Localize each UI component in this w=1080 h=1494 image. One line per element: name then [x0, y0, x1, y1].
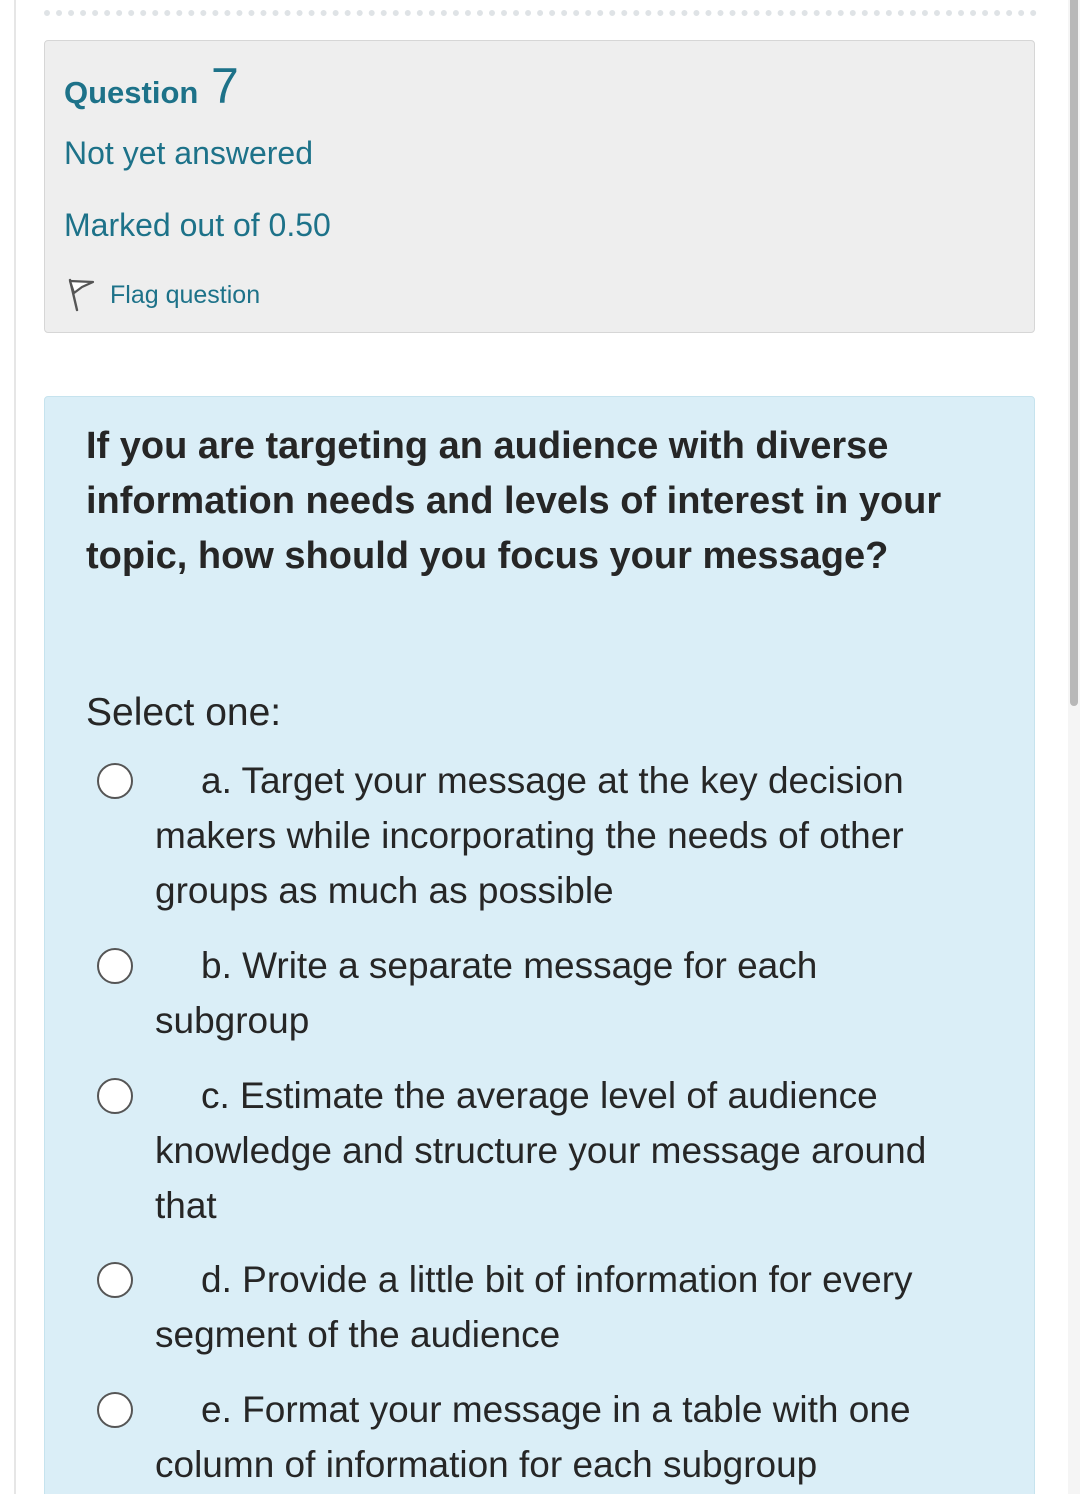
left-border	[14, 0, 16, 1494]
quiz-page: Question 7 Not yet answered Marked out o…	[0, 0, 1080, 1494]
radio-button-b[interactable]	[97, 948, 133, 984]
answer-option-label: d. Provide a little bit of information f…	[155, 1259, 913, 1355]
scrollbar-thumb[interactable]	[1070, 0, 1078, 706]
question-heading: Question 7	[64, 57, 239, 115]
answer-option-b[interactable]: b. Write a separate message for each sub…	[97, 938, 957, 1048]
scrollbar-track[interactable]	[1068, 0, 1080, 1494]
question-number: 7	[210, 58, 239, 114]
question-grade: Marked out of 0.50	[64, 207, 331, 243]
dotted-divider	[44, 10, 1037, 16]
flag-question-link[interactable]: Flag question	[66, 277, 260, 313]
radio-button-e[interactable]	[97, 1392, 133, 1428]
answer-option-e[interactable]: e. Format your message in a table with o…	[97, 1382, 957, 1492]
answer-option-label: b. Write a separate message for each sub…	[155, 945, 818, 1041]
answer-option-c[interactable]: c. Estimate the average level of audienc…	[97, 1068, 957, 1233]
question-text: If you are targeting an audience with di…	[86, 425, 942, 577]
answer-option-d[interactable]: d. Provide a little bit of information f…	[97, 1252, 957, 1362]
answer-option-label: a. Target your message at the key decisi…	[155, 760, 904, 911]
question-label: Question	[64, 75, 199, 110]
radio-button-c[interactable]	[97, 1078, 133, 1114]
question-state: Not yet answered	[64, 135, 314, 171]
radio-button-a[interactable]	[97, 763, 133, 799]
select-one-prompt: Select one:	[86, 691, 282, 734]
question-content-panel: If you are targeting an audience with di…	[44, 396, 1035, 1494]
flag-icon	[66, 277, 96, 313]
answer-option-label: c. Estimate the average level of audienc…	[155, 1075, 927, 1226]
flag-question-label: Flag question	[110, 280, 261, 309]
question-info-panel: Question 7 Not yet answered Marked out o…	[44, 40, 1035, 333]
answer-option-label: e. Format your message in a table with o…	[155, 1389, 911, 1485]
answer-option-a[interactable]: a. Target your message at the key decisi…	[97, 753, 957, 918]
radio-button-d[interactable]	[97, 1262, 133, 1298]
